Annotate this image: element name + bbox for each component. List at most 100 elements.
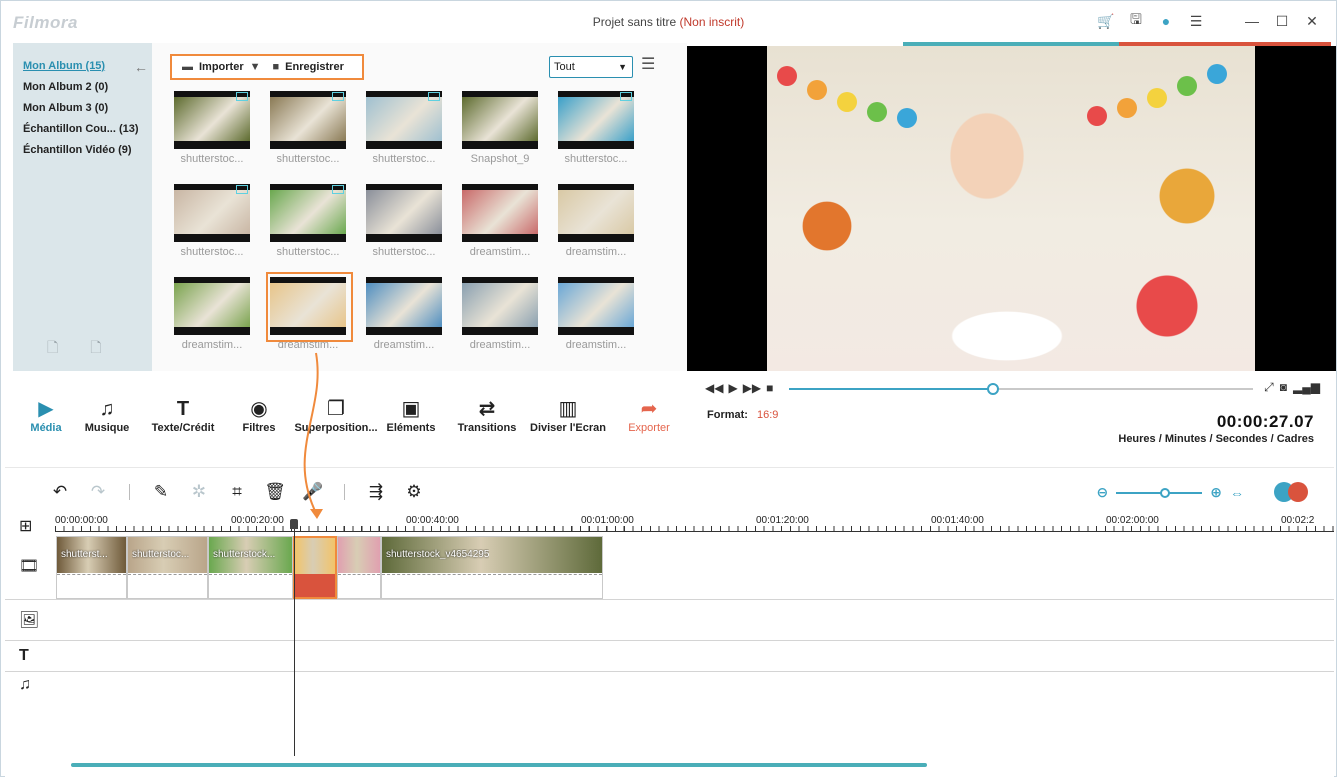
volume-icon[interactable]: ▂▄▆ (1293, 380, 1320, 395)
media-item-label: shutterstoc... (180, 153, 244, 165)
save-icon[interactable]: 🖫 (1128, 11, 1144, 29)
maximize-icon[interactable]: ☐ (1274, 13, 1290, 29)
ruler-label: 00:01:40:00 (931, 515, 984, 526)
remove-album-icon[interactable]: 🗋 (90, 337, 101, 361)
album-item[interactable]: Mon Album (15) (23, 59, 139, 80)
media-item[interactable]: dreamstim... (558, 277, 638, 351)
edit-pencil-icon[interactable]: ✎ (142, 482, 180, 502)
settings-icon[interactable]: ⚙ (395, 482, 433, 502)
sidebar-actions: 🗋 🗋 (47, 337, 102, 361)
timeline-clip[interactable]: shutterstock_v4654295 (381, 536, 603, 599)
fullscreen-icon[interactable]: ⤢ (1264, 380, 1274, 395)
scrubber-handle[interactable] (987, 383, 1000, 395)
media-item[interactable]: shutterstoc... (366, 184, 446, 258)
media-item[interactable]: Snapshot_9 (462, 91, 542, 165)
play-icon[interactable]: ▶ (728, 381, 737, 395)
cart-icon[interactable]: 🛒 (1097, 13, 1114, 29)
project-title: Projet sans titre (592, 15, 677, 29)
media-item[interactable]: shutterstoc... (558, 91, 638, 165)
voiceover-mic-icon[interactable]: 🎤 (294, 482, 332, 502)
add-album-icon[interactable]: 🗋 (47, 337, 58, 361)
media-thumbnail (462, 91, 538, 149)
ruler-label: 00:01:20:00 (756, 515, 809, 526)
timeline-scrollbar[interactable] (71, 763, 927, 767)
playback-scrubber[interactable] (789, 383, 1253, 395)
zoom-handle[interactable] (1160, 487, 1171, 498)
media-item-label: shutterstoc... (564, 153, 628, 165)
tool-split-screen[interactable]: ▥ Diviser l'Ecran (523, 396, 613, 434)
media-item[interactable]: dreamstim... (174, 277, 254, 351)
crop-icon[interactable]: ⌗ (218, 482, 256, 502)
album-item[interactable]: Échantillon Vidéo (9) (23, 143, 139, 164)
add-track-icon[interactable]: ⊞ (19, 516, 32, 536)
preview-options: ⤢ ◙ ▂▄▆ (1264, 380, 1320, 395)
time-ruler[interactable]: 00:00:00:00 00:00:20:00 00:00:40:00 00:01:0… (55, 512, 1334, 532)
media-thumbnail (174, 91, 250, 149)
video-badge-icon (620, 92, 632, 101)
preview-image (777, 64, 1227, 128)
chat-icon[interactable]: ● (1158, 13, 1174, 29)
import-button[interactable]: ▬ Importer ▼ (182, 61, 261, 73)
album-item[interactable]: Mon Album 2 (0) (23, 80, 139, 101)
media-item[interactable]: shutterstoc... (174, 91, 254, 165)
media-item[interactable]: shutterstoc... (174, 184, 254, 258)
playhead[interactable] (294, 521, 295, 756)
menu-list-icon[interactable]: ☰ (1188, 13, 1204, 29)
record-button[interactable]: ■ Enregistrer (273, 61, 344, 73)
multi-track-icon[interactable] (1288, 482, 1308, 502)
rewind-icon[interactable]: ◀◀ (705, 381, 723, 395)
timeline-clip[interactable]: shutterst... (56, 536, 127, 599)
media-thumbnail (558, 91, 634, 149)
clip-thumbnail (338, 537, 380, 573)
close-icon[interactable]: ✕ (1304, 13, 1320, 29)
fit-timeline-icon[interactable]: ⇔ (1230, 485, 1244, 501)
snapshot-camera-icon[interactable]: ◙ (1280, 380, 1287, 395)
stop-icon[interactable]: ■ (766, 381, 773, 395)
tool-export[interactable]: ➦ Exporter (604, 396, 694, 434)
media-filter-select[interactable]: Tout ▼ (549, 56, 633, 78)
media-item[interactable]: dreamstim... (366, 277, 446, 351)
view-menu-icon[interactable]: ☰ (641, 57, 655, 73)
playhead-handle[interactable] (290, 519, 298, 529)
video-track-icon: 🎞 (19, 558, 40, 575)
media-item[interactable]: shutterstoc... (270, 91, 350, 165)
delete-icon[interactable]: 🗑 (256, 482, 294, 502)
media-item[interactable]: shutterstoc... (270, 184, 350, 258)
ruler-ticks (55, 526, 1334, 531)
record-screen-icon[interactable]: ⇶ (357, 482, 395, 502)
timeline-clip[interactable] (337, 536, 381, 599)
track-divider (5, 671, 1334, 672)
color-tune-icon[interactable]: ✲ (180, 482, 218, 502)
zoom-slider[interactable] (1116, 487, 1203, 498)
media-thumbnail (270, 184, 346, 242)
app-window: Filmora Projet sans titre (Non inscrit) … (0, 0, 1337, 777)
timeline-clip[interactable]: shutterstock... (208, 536, 293, 599)
back-arrow-icon[interactable]: ← (134, 59, 148, 75)
clip-audio-line (209, 574, 292, 575)
clip-audio-line (57, 574, 126, 575)
timeline-clip[interactable]: shutterstoc... (127, 536, 208, 599)
timecode-units: Heures / Minutes / Secondes / Cadres (1118, 433, 1314, 445)
media-item[interactable]: dreamstim... (462, 277, 542, 351)
fast-forward-icon[interactable]: ▶▶ (743, 381, 761, 395)
timeline: ↶ ↷ ✎ ✲ ⌗ 🗑 🎤 ⇶ ⚙ ⊖ ⊕ ⇔ 00:00:00:00 00:00… (5, 467, 1334, 777)
undo-icon[interactable]: ↶ (41, 482, 79, 502)
tool-transitions[interactable]: ⇄ Transitions (442, 396, 532, 434)
clip-label: shutterstoc... (132, 549, 190, 560)
media-item[interactable]: shutterstoc... (366, 91, 446, 165)
minimize-icon[interactable]: — (1244, 13, 1260, 29)
tool-export-icon: ➦ (640, 398, 658, 420)
redo-icon[interactable]: ↷ (79, 482, 117, 502)
album-item[interactable]: Mon Album 3 (0) (23, 101, 139, 122)
media-item[interactable]: dreamstim... (558, 184, 638, 258)
media-item[interactable]: dreamstim... (462, 184, 542, 258)
timeline-clip[interactable] (293, 536, 337, 599)
zoom-out-icon[interactable]: ⊖ (1097, 484, 1109, 501)
track-divider (5, 599, 1334, 600)
chevron-down-icon: ▼ (249, 61, 261, 73)
media-thumbnail (462, 184, 538, 242)
album-item[interactable]: Échantillon Cou... (13) (23, 122, 139, 143)
media-thumbnail (174, 184, 250, 242)
zoom-in-icon[interactable]: ⊕ (1210, 484, 1222, 501)
media-item-label: shutterstoc... (180, 246, 244, 258)
